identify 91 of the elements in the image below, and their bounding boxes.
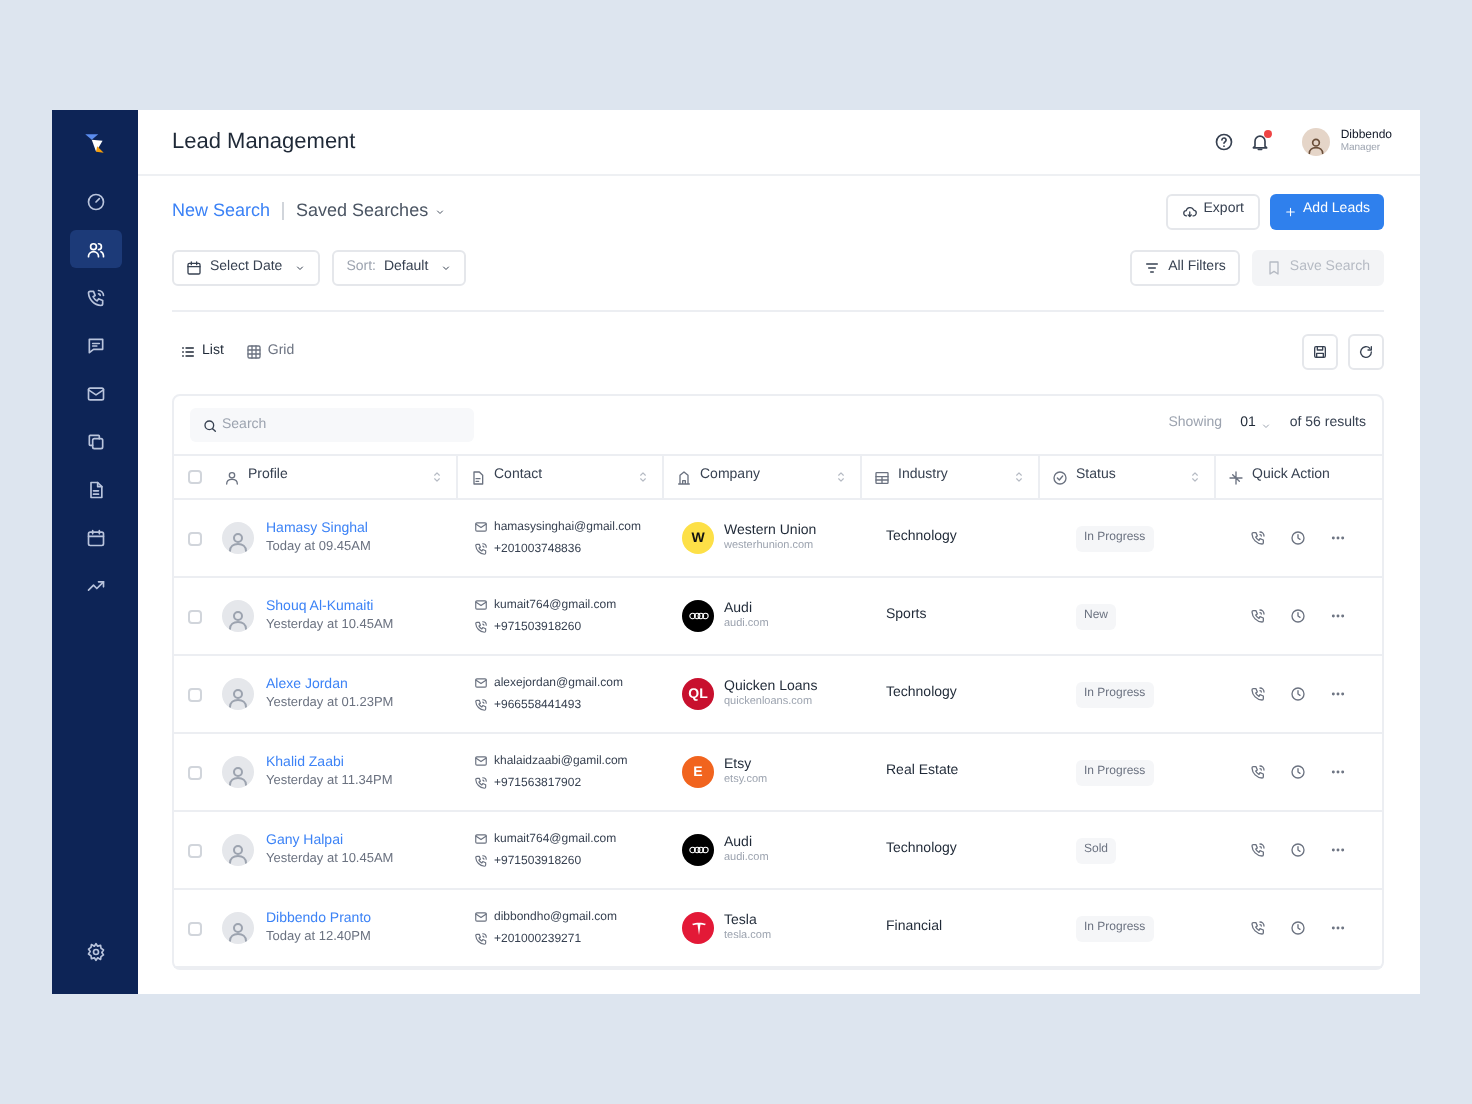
table-icon xyxy=(874,469,890,485)
row-checkbox[interactable] xyxy=(188,921,202,935)
mail-icon xyxy=(474,520,488,534)
save-icon xyxy=(1312,344,1328,360)
phone-icon xyxy=(1249,530,1265,546)
clock-icon xyxy=(1289,686,1305,702)
plus-icon xyxy=(1284,203,1298,219)
phone-icon xyxy=(1249,686,1265,702)
person-silhouette-icon xyxy=(226,686,250,710)
row-checkbox[interactable] xyxy=(188,531,202,545)
person-silhouette-icon xyxy=(1306,136,1327,156)
mail-icon xyxy=(474,754,488,768)
person-icon xyxy=(224,469,240,485)
schedule-button[interactable] xyxy=(1288,607,1306,625)
list-icon xyxy=(180,344,196,360)
refresh-button[interactable] xyxy=(1348,334,1384,370)
caret-icon xyxy=(294,262,307,274)
help-button[interactable] xyxy=(1214,132,1235,152)
phone-icon xyxy=(1249,608,1265,624)
cloud-download-icon xyxy=(1182,203,1198,219)
phone-icon xyxy=(474,620,488,634)
phone-icon xyxy=(474,854,488,868)
phone-icon xyxy=(1249,842,1265,858)
mail-icon xyxy=(474,598,488,612)
dashboard-icon xyxy=(85,191,105,211)
trend-chart-icon xyxy=(85,575,105,595)
sparkle-icon xyxy=(1228,469,1244,485)
person-silhouette-icon xyxy=(226,530,250,554)
phone-icon xyxy=(474,776,488,790)
schedule-button[interactable] xyxy=(1288,841,1306,859)
clock-icon xyxy=(1289,608,1305,624)
save-button[interactable] xyxy=(1302,334,1338,370)
sidebar-item[interactable] xyxy=(69,230,121,268)
select-all-checkbox[interactable] xyxy=(188,470,202,484)
call-button[interactable] xyxy=(1248,607,1266,625)
row-checkbox[interactable] xyxy=(188,843,202,857)
call-button[interactable] xyxy=(1248,919,1266,937)
refresh-icon xyxy=(1358,344,1374,360)
phone-icon xyxy=(474,932,488,946)
row-checkbox[interactable] xyxy=(188,765,202,779)
mail-icon xyxy=(474,910,488,924)
contacts-icon xyxy=(85,239,105,259)
calendar-icon xyxy=(85,527,105,547)
row-checkbox[interactable] xyxy=(188,687,202,701)
clock-icon xyxy=(1289,842,1305,858)
call-button[interactable] xyxy=(1248,763,1266,781)
grid-icon xyxy=(245,344,262,360)
logo-icon xyxy=(82,130,108,156)
person-silhouette-icon xyxy=(226,842,250,866)
document-icon xyxy=(85,479,105,499)
phone-icon xyxy=(474,542,488,556)
call-button[interactable] xyxy=(1248,841,1266,859)
person-silhouette-icon xyxy=(226,920,250,944)
person-silhouette-icon xyxy=(226,608,250,632)
bookmark-icon xyxy=(1265,260,1282,276)
person-silhouette-icon xyxy=(226,764,250,788)
schedule-button[interactable] xyxy=(1288,763,1306,781)
phone-icon xyxy=(474,698,488,712)
mail-icon xyxy=(474,676,488,690)
call-button[interactable] xyxy=(1248,529,1266,547)
phone-icon xyxy=(1249,764,1265,780)
help-icon xyxy=(1214,132,1235,152)
calendar-icon xyxy=(186,260,202,276)
call-button[interactable] xyxy=(1248,685,1266,703)
check-circle-icon xyxy=(1052,469,1068,485)
clock-icon xyxy=(1289,764,1305,780)
bell-icon xyxy=(1250,132,1271,152)
building-icon xyxy=(676,469,692,485)
phone-icon xyxy=(1249,920,1265,936)
copy-icon xyxy=(85,431,105,451)
clock-icon xyxy=(1289,920,1305,936)
caret-icon xyxy=(434,205,447,217)
schedule-button[interactable] xyxy=(1288,919,1306,937)
message-icon xyxy=(85,335,105,355)
phone-icon xyxy=(85,287,105,307)
schedule-button[interactable] xyxy=(1288,529,1306,547)
search-tab[interactable]: New Search xyxy=(172,197,271,225)
search-icon xyxy=(202,417,218,433)
schedule-button[interactable] xyxy=(1288,685,1306,703)
clock-icon xyxy=(1289,530,1305,546)
filter-icon xyxy=(1144,260,1161,276)
mail-icon xyxy=(474,832,488,846)
caret-icon xyxy=(1259,419,1272,431)
search-tab[interactable]: Saved Searches xyxy=(296,197,447,225)
mail-icon xyxy=(85,383,105,403)
caret-icon xyxy=(440,262,453,274)
document-icon xyxy=(470,469,486,485)
notifications-button[interactable] xyxy=(1250,132,1271,152)
settings-icon xyxy=(85,941,105,961)
row-checkbox[interactable] xyxy=(188,609,202,623)
page-title: Lead Management xyxy=(172,127,358,158)
